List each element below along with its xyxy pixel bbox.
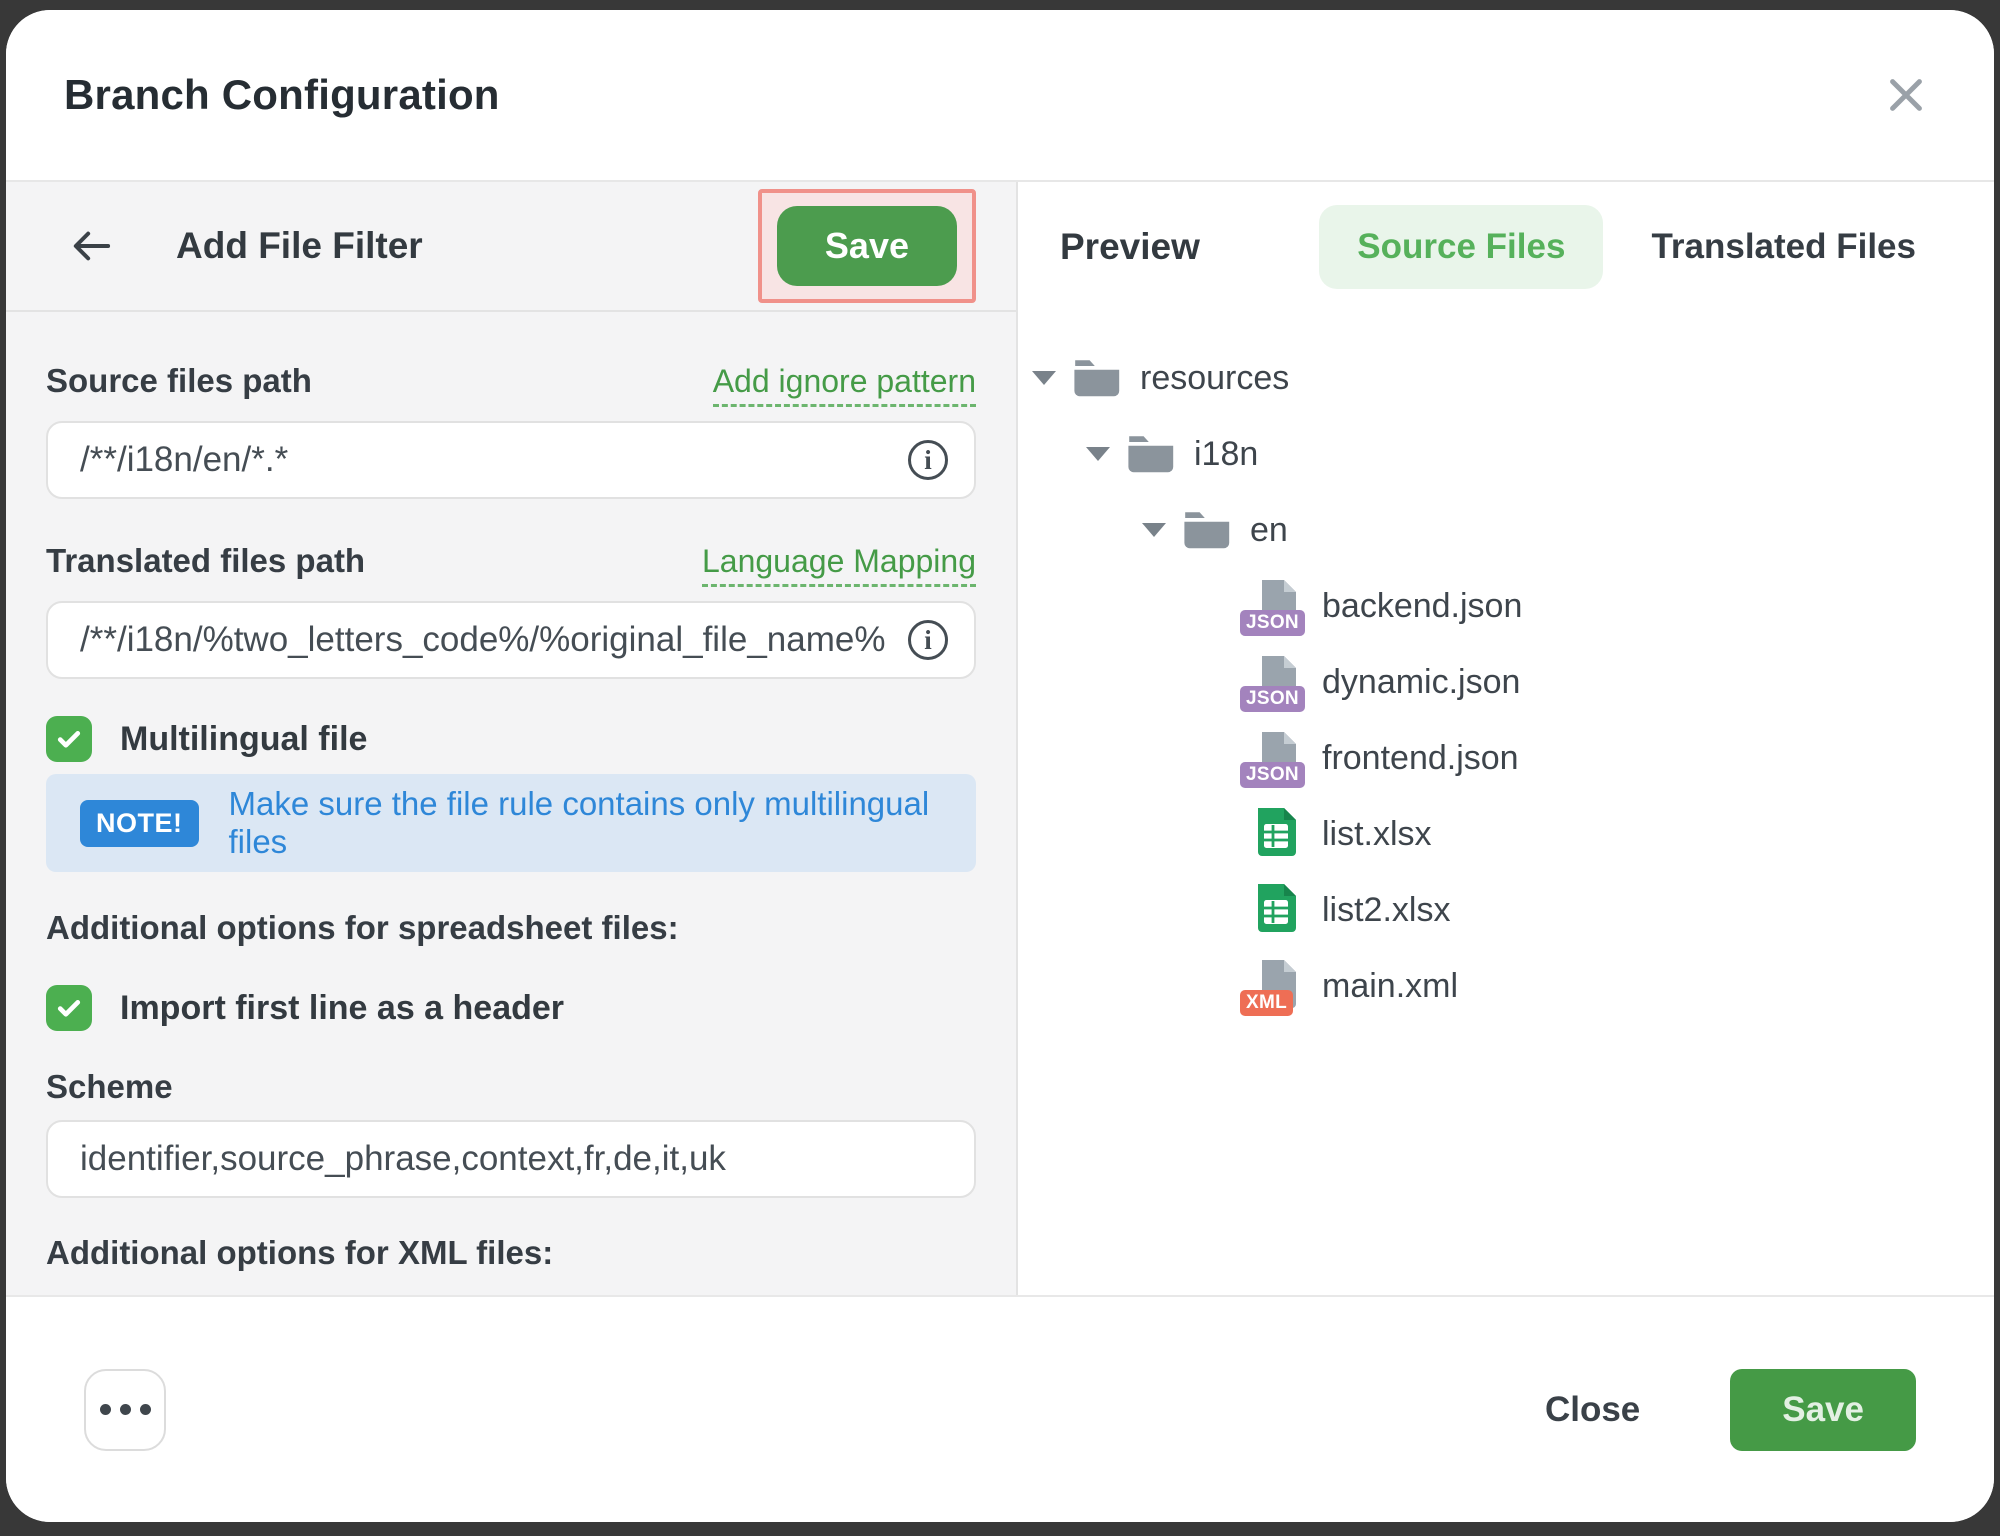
json-file-icon: JSON xyxy=(1250,578,1300,634)
multilingual-checkbox-label: Multilingual file xyxy=(120,720,367,759)
scheme-field xyxy=(46,1120,976,1198)
tree-item-label: dynamic.json xyxy=(1322,663,1520,702)
ellipsis-icon xyxy=(100,1404,111,1415)
source-path-field: i xyxy=(46,421,976,499)
translated-path-field: i xyxy=(46,601,976,679)
tree-item-label: list.xlsx xyxy=(1322,815,1432,854)
folder-icon xyxy=(1126,433,1176,475)
ellipsis-icon xyxy=(140,1404,151,1415)
preview-panel: Preview Source Files Translated Files re… xyxy=(1018,182,1994,1295)
tree-item-label: frontend.json xyxy=(1322,739,1519,778)
json-badge: JSON xyxy=(1240,686,1305,712)
translated-path-label: Translated files path xyxy=(46,542,365,580)
tree-folder-i18n[interactable]: i18n xyxy=(1018,416,1994,492)
tree-file-frontend-json[interactable]: JSON frontend.json xyxy=(1018,720,1994,796)
save-button[interactable]: Save xyxy=(1730,1369,1916,1451)
close-icon[interactable] xyxy=(1876,65,1936,125)
import-first-line-checkbox[interactable] xyxy=(46,985,92,1031)
file-filter-panel: Add File Filter Save Source files path A… xyxy=(6,182,1018,1295)
xlsx-file-icon xyxy=(1250,806,1300,862)
tab-source-files[interactable]: Source Files xyxy=(1319,205,1603,289)
scheme-input[interactable] xyxy=(80,1139,948,1179)
tree-file-backend-json[interactable]: JSON backend.json xyxy=(1018,568,1994,644)
folder-icon xyxy=(1072,357,1122,399)
tree-folder-resources[interactable]: resources xyxy=(1018,340,1994,416)
source-path-label: Source files path xyxy=(46,362,312,400)
json-badge: JSON xyxy=(1240,762,1305,788)
translated-path-input[interactable] xyxy=(80,620,890,660)
xml-file-icon: XML xyxy=(1250,958,1300,1014)
language-mapping-link[interactable]: Language Mapping xyxy=(702,543,976,587)
tree-item-label: i18n xyxy=(1194,435,1258,474)
xlsx-file-icon xyxy=(1250,882,1300,938)
dialog-titlebar: Branch Configuration xyxy=(6,10,1994,182)
json-badge: JSON xyxy=(1240,610,1305,636)
scheme-label: Scheme xyxy=(46,1068,976,1106)
file-tree: resources i18n en xyxy=(1018,312,1994,1024)
tree-file-dynamic-json[interactable]: JSON dynamic.json xyxy=(1018,644,1994,720)
multilingual-checkbox[interactable] xyxy=(46,716,92,762)
filter-heading: Add File Filter xyxy=(176,225,423,267)
dialog-body: Add File Filter Save Source files path A… xyxy=(6,182,1994,1295)
dialog-title: Branch Configuration xyxy=(64,71,500,119)
info-icon[interactable]: i xyxy=(908,620,948,660)
preview-header: Preview Source Files Translated Files xyxy=(1018,182,1994,312)
more-options-button[interactable] xyxy=(84,1369,166,1451)
spreadsheet-options-heading: Additional options for spreadsheet files… xyxy=(46,909,976,947)
xml-badge: XML xyxy=(1240,990,1293,1016)
note-badge: NOTE! xyxy=(80,800,199,847)
close-button[interactable]: Close xyxy=(1545,1390,1640,1430)
tree-item-label: list2.xlsx xyxy=(1322,891,1450,930)
info-icon[interactable]: i xyxy=(908,440,948,480)
filter-form: Source files path Add ignore pattern i T… xyxy=(6,312,1016,1295)
add-ignore-pattern-link[interactable]: Add ignore pattern xyxy=(713,363,976,407)
folder-icon xyxy=(1182,509,1232,551)
save-button-highlight: Save xyxy=(758,189,976,303)
filter-subheader: Add File Filter Save xyxy=(6,182,1016,312)
tree-item-label: backend.json xyxy=(1322,587,1522,626)
caret-down-icon[interactable] xyxy=(1032,371,1056,385)
back-arrow-icon[interactable] xyxy=(68,227,118,265)
tree-file-main-xml[interactable]: XML main.xml xyxy=(1018,948,1994,1024)
json-file-icon: JSON xyxy=(1250,654,1300,710)
tree-file-list-xlsx[interactable]: list.xlsx xyxy=(1018,796,1994,872)
tree-folder-en[interactable]: en xyxy=(1018,492,1994,568)
note-text: Make sure the file rule contains only mu… xyxy=(229,785,943,861)
import-first-line-label: Import first line as a header xyxy=(120,989,564,1028)
xml-options-heading: Additional options for XML files: xyxy=(46,1234,976,1272)
json-file-icon: JSON xyxy=(1250,730,1300,786)
dialog-footer: Close Save xyxy=(6,1295,1994,1522)
preview-title: Preview xyxy=(1060,226,1200,268)
tree-file-list2-xlsx[interactable]: list2.xlsx xyxy=(1018,872,1994,948)
save-filter-button[interactable]: Save xyxy=(777,206,957,286)
note-banner: NOTE! Make sure the file rule contains o… xyxy=(46,774,976,872)
branch-configuration-dialog: Branch Configuration Add File Filter Sav… xyxy=(6,10,1994,1522)
source-path-input[interactable] xyxy=(80,440,890,480)
ellipsis-icon xyxy=(120,1404,131,1415)
tree-item-label: en xyxy=(1250,511,1288,550)
caret-down-icon[interactable] xyxy=(1142,523,1166,537)
tab-translated-files[interactable]: Translated Files xyxy=(1613,205,1954,289)
caret-down-icon[interactable] xyxy=(1086,447,1110,461)
tree-item-label: resources xyxy=(1140,359,1289,398)
preview-tabs: Source Files Translated Files xyxy=(1319,205,1954,289)
tree-item-label: main.xml xyxy=(1322,967,1458,1006)
